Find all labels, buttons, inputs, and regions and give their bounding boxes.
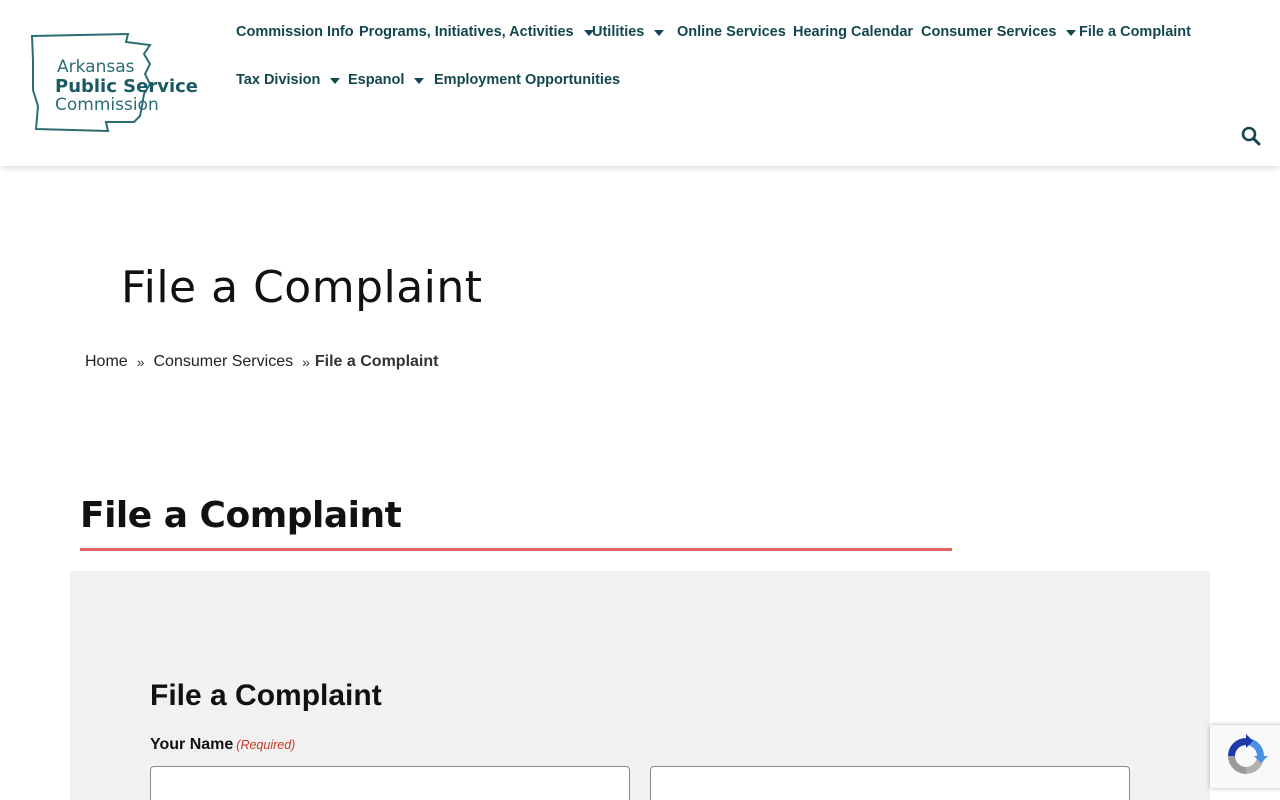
section-divider [80, 548, 952, 551]
recaptcha-badge[interactable] [1210, 725, 1280, 788]
form-title: File a Complaint [150, 679, 382, 712]
breadcrumb-current: File a Complaint [314, 353, 439, 370]
nav-item-employment-opportunities[interactable]: Employment Opportunities [434, 72, 620, 88]
last-name-input[interactable] [650, 766, 1130, 800]
nav-item-label: File a Complaint [1079, 24, 1191, 40]
breadcrumb-consumer-services-link[interactable]: Consumer Services [153, 353, 293, 371]
caret-down-icon [414, 78, 425, 84]
nav-item-online-services[interactable]: Online Services [677, 24, 786, 40]
nav-item-programs[interactable]: Programs, Initiatives, Activities [359, 24, 594, 40]
logo-line-3: Commission [55, 95, 159, 115]
caret-down-icon [654, 30, 665, 36]
search-icon[interactable] [1241, 126, 1261, 146]
logo-line-2: Public Service [55, 76, 198, 97]
nav-item-label: Hearing Calendar [793, 24, 914, 40]
section-heading: File a Complaint [80, 495, 402, 536]
recaptcha-icon [1228, 734, 1268, 774]
nav-item-label: Commission Info [236, 24, 354, 40]
nav-item-label: Online Services [677, 24, 786, 40]
nav-item-consumer-services[interactable]: Consumer Services [921, 24, 1077, 40]
breadcrumb-separator: » [302, 354, 310, 370]
breadcrumb-home-link[interactable]: Home [85, 353, 128, 371]
nav-item-label: Programs, Initiatives, Activities [359, 24, 574, 40]
nav-item-label: Consumer Services [921, 24, 1057, 40]
breadcrumb: Home » Consumer Services » File a Compla… [85, 353, 438, 371]
caret-down-icon [330, 78, 341, 84]
first-name-input[interactable] [150, 766, 630, 800]
logo-text: Arkansas Public Service Commission [55, 58, 198, 115]
nav-item-commission-info[interactable]: Commission Info [236, 24, 354, 40]
name-field-label: Your Name (Required) [150, 736, 295, 754]
nav-item-label: Employment Opportunities [434, 72, 621, 88]
required-indicator: (Required) [236, 738, 296, 752]
nav-item-espanol[interactable]: Espanol [348, 72, 425, 88]
name-label-text: Your Name [150, 736, 234, 753]
nav-item-file-a-complaint[interactable]: File a Complaint [1079, 24, 1191, 40]
nav-item-hearing-calendar[interactable]: Hearing Calendar [793, 24, 913, 40]
page-title: File a Complaint [121, 262, 483, 313]
nav-item-utilities[interactable]: Utilities [592, 24, 665, 40]
nav-item-label: Espanol [348, 72, 405, 88]
nav-item-label: Utilities [592, 24, 645, 40]
site-logo[interactable]: Arkansas Public Service Commission [28, 30, 203, 134]
logo-line-1: Arkansas [57, 57, 135, 77]
breadcrumb-separator: » [136, 354, 145, 370]
nav-item-label: Tax Division [236, 72, 321, 88]
caret-down-icon [1066, 30, 1077, 36]
site-header: Arkansas Public Service Commission Commi… [0, 0, 1280, 166]
nav-item-tax-division[interactable]: Tax Division [236, 72, 341, 88]
